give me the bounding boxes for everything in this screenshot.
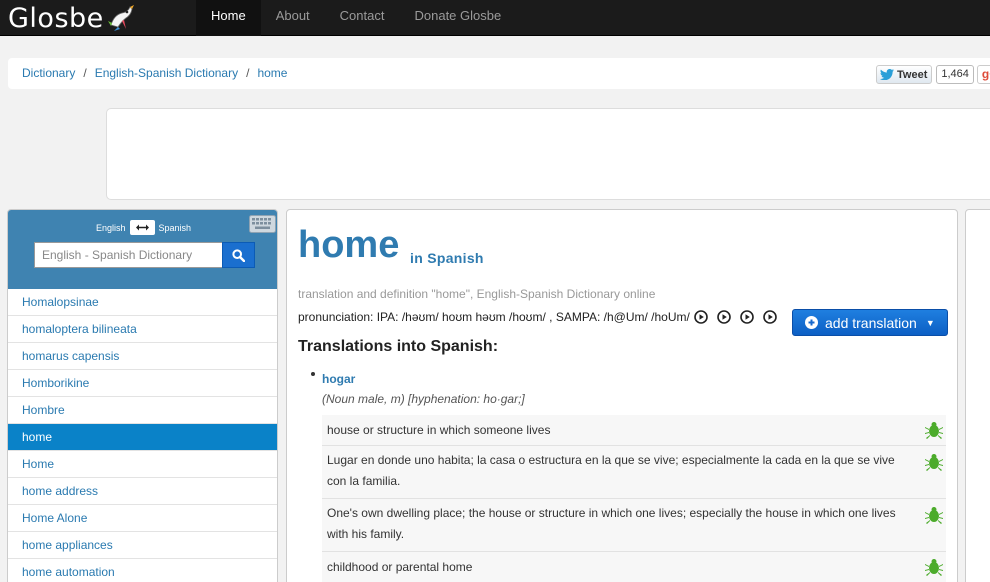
definition-text: childhood or parental home [327,560,473,574]
bird-logo-icon [107,5,134,31]
top-navbar: Glosbe Home About Contact Donate Glosbe [0,0,990,36]
chevron-down-icon: ▼ [925,317,935,328]
google-plus-button[interactable]: g+ [976,65,990,84]
target-language[interactable]: Spanish [159,223,192,233]
word-list-item-active[interactable]: home [8,424,277,451]
play-audio-icon[interactable] [763,310,777,324]
add-translation-label: add translation [825,314,917,331]
word-list-item[interactable]: home appliances [8,532,277,559]
translation-panel: home in Spanish translation and definiti… [286,209,958,582]
breadcrumb-english-spanish[interactable]: English-Spanish Dictionary [95,66,238,80]
swap-languages-button[interactable] [129,220,155,235]
search-button[interactable] [222,242,255,268]
main-nav: Home About Contact Donate Glosbe [196,0,516,36]
word-list-item[interactable]: Homborikine [8,370,277,397]
breadcrumb: Dictionary / English-Spanish Dictionary / ho… [22,66,287,80]
target-language-label: in Spanish [410,250,484,266]
tweet-button[interactable]: Tweet [876,65,933,84]
definition-text: house or structure in which someone live… [327,423,551,437]
nav-contact[interactable]: Contact [325,0,400,36]
sidebar-search-header: English Spanish [8,210,277,289]
definition-row: One's own dwelling place; the house or s… [322,499,946,552]
definition-list: house or structure in which someone live… [322,415,946,582]
word-list-item[interactable]: Home Alone [8,505,277,532]
right-side-panel [965,209,990,582]
definition-row: Lugar en donde uno habita; la casa o est… [322,446,946,499]
word-list: Homalopsinae homaloptera bilineata homar… [8,289,277,582]
social-buttons: Tweet 1,464 g+ [876,65,990,84]
breadcrumb-bar: Dictionary / English-Spanish Dictionary / ho… [8,58,990,89]
dictionary-sidebar: English Spanish English - Spanish Dictio… [7,209,278,582]
pronunciation-line: pronunciation: IPA: /həʊm/ hoʊm həʊm /ho… [298,310,777,324]
word-list-item[interactable]: Homalopsinae [8,289,277,316]
translation-grammar: (Noun male, m) [hyphenation: ho·gar;] [322,392,525,406]
play-audio-icon[interactable] [694,310,708,324]
play-audio-icon[interactable] [740,310,754,324]
breadcrumb-separator: / [246,66,250,80]
report-bug-icon[interactable] [924,557,944,577]
report-bug-icon[interactable] [924,452,944,472]
report-bug-icon[interactable] [924,420,944,440]
word-list-item[interactable]: home address [8,478,277,505]
word-list-item[interactable]: Home [8,451,277,478]
nav-home[interactable]: Home [196,0,261,36]
play-audio-icon[interactable] [717,310,731,324]
breadcrumb-dictionary[interactable]: Dictionary [22,66,75,80]
definition-subtitle: translation and definition "home", Engli… [298,287,656,301]
nav-donate[interactable]: Donate Glosbe [399,0,516,36]
tweet-count: 1,464 [936,65,974,84]
definition-row: childhood or parental home [322,552,946,582]
breadcrumb-separator: / [83,66,87,80]
word-list-item[interactable]: home automation [8,559,277,582]
pronunciation-text: pronunciation: IPA: /həʊm/ hoʊm həʊm /ho… [298,310,690,324]
definition-row: house or structure in which someone live… [322,415,946,446]
ad-banner-box [106,108,990,200]
report-bug-icon[interactable] [924,505,944,525]
definition-text: Lugar en donde uno habita; la casa o est… [327,453,895,488]
dictionary-search [34,242,255,268]
language-switcher: English Spanish [96,220,191,235]
dictionary-search-input[interactable] [34,242,222,268]
add-translation-button[interactable]: add translation ▼ [792,309,948,336]
word-list-item[interactable]: homaloptera bilineata [8,316,277,343]
keyboard-icon[interactable] [249,215,276,233]
plus-circle-icon [805,316,818,329]
swap-arrows-icon [135,224,149,231]
definition-text: One's own dwelling place; the house or s… [327,506,896,541]
logo-text: Glosbe [8,2,104,34]
word-list-item[interactable]: homarus capensis [8,343,277,370]
search-icon [232,248,245,262]
list-bullet [311,372,315,376]
breadcrumb-home[interactable]: home [257,66,287,80]
headword-title: home [298,224,400,266]
translations-section-title: Translations into Spanish: [298,338,499,355]
translation-word[interactable]: hogar [322,372,355,386]
twitter-bird-icon [880,69,894,80]
glosbe-logo[interactable]: Glosbe [8,2,136,34]
tweet-label: Tweet [897,68,928,81]
nav-about[interactable]: About [261,0,325,36]
word-list-item[interactable]: Hombre [8,397,277,424]
source-language[interactable]: English [96,223,126,233]
